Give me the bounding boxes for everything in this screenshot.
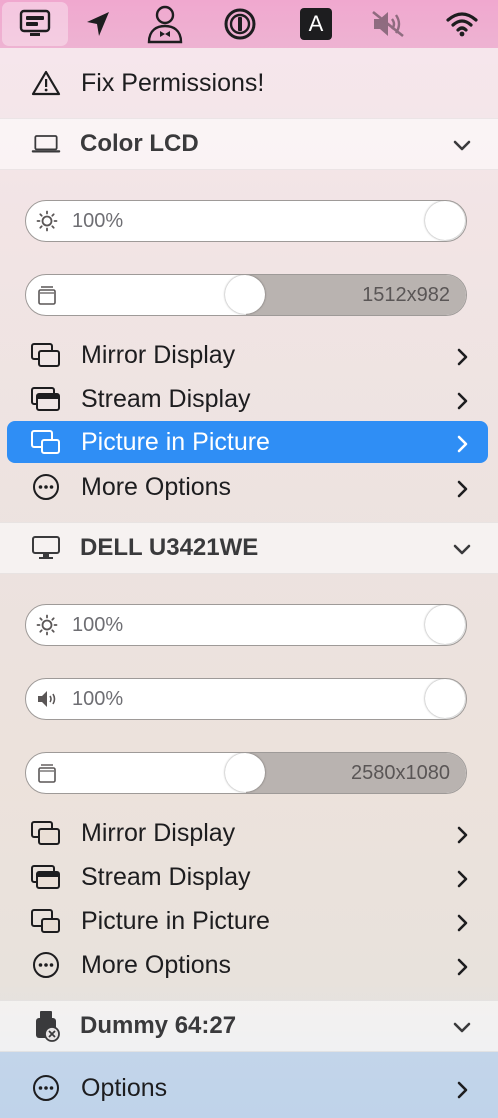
options-item[interactable]: Options xyxy=(0,1066,498,1110)
item-label: Mirror Display xyxy=(81,818,236,847)
chevron-right-icon xyxy=(452,911,472,932)
chevron-right-icon xyxy=(452,823,472,844)
resolution-slider[interactable]: 1512x982 xyxy=(25,274,467,316)
chevron-down-icon[interactable] xyxy=(452,538,472,558)
user-bowtie-icon[interactable] xyxy=(140,0,190,48)
chevron-right-icon xyxy=(452,345,472,366)
picture-in-picture-item[interactable]: Picture in Picture xyxy=(0,900,498,942)
stream-display-item[interactable]: Stream Display xyxy=(0,378,498,420)
item-label: Stream Display xyxy=(81,862,251,891)
mirror-display-icon xyxy=(30,817,62,849)
resolution-slider[interactable]: 2580x1080 xyxy=(25,752,467,794)
item-label: Stream Display xyxy=(81,384,251,413)
slider-knob[interactable] xyxy=(225,753,265,792)
fix-permissions-item[interactable]: Fix Permissions! xyxy=(0,58,498,108)
chevron-right-icon xyxy=(452,477,472,498)
options-label: Options xyxy=(81,1073,168,1102)
resolution-icon xyxy=(36,284,58,306)
one-password-icon[interactable] xyxy=(218,0,262,48)
item-label: More Options xyxy=(81,950,232,979)
laptop-icon xyxy=(30,128,62,160)
mirror-display-item[interactable]: Mirror Display xyxy=(0,812,498,854)
slider-knob[interactable] xyxy=(425,605,465,644)
wifi-icon[interactable] xyxy=(440,0,484,48)
speaker-icon xyxy=(36,688,58,710)
ellipsis-circle-icon xyxy=(30,949,62,981)
display-name: DELL U3421WE xyxy=(80,534,259,561)
volume-muted-icon[interactable] xyxy=(366,0,410,48)
input-source-letter: A xyxy=(300,8,332,40)
brightness-value: 100% xyxy=(72,614,124,636)
slider-knob[interactable] xyxy=(225,275,265,314)
more-options-item[interactable]: More Options xyxy=(0,466,498,508)
display-menu-icon[interactable] xyxy=(2,2,68,46)
slider-knob[interactable] xyxy=(425,679,465,718)
dummy-plug-icon xyxy=(30,1010,62,1042)
item-label: Mirror Display xyxy=(81,340,236,369)
brightness-value: 100% xyxy=(72,210,124,232)
location-arrow-icon[interactable] xyxy=(78,0,118,48)
resolution-value: 2580x1080 xyxy=(351,762,450,784)
resolution-value: 1512x982 xyxy=(362,284,450,306)
display-name: Dummy 64:27 xyxy=(80,1012,237,1039)
display-header-dummy[interactable]: Dummy 64:27 xyxy=(0,1000,498,1052)
item-label: Picture in Picture xyxy=(81,427,270,456)
ellipsis-circle-icon xyxy=(30,1072,62,1104)
picture-in-picture-icon xyxy=(30,905,62,937)
fix-permissions-label: Fix Permissions! xyxy=(81,68,265,97)
chevron-right-icon xyxy=(452,1078,472,1099)
sun-icon xyxy=(36,614,58,636)
chevron-right-icon xyxy=(452,389,472,410)
chevron-down-icon[interactable] xyxy=(452,134,472,154)
volume-slider[interactable]: 100% xyxy=(25,678,467,720)
sun-icon xyxy=(36,210,58,232)
brightness-slider[interactable]: 100% xyxy=(25,604,467,646)
mirror-display-item[interactable]: Mirror Display xyxy=(0,334,498,376)
chevron-down-icon[interactable] xyxy=(452,1016,472,1036)
display-header-dell[interactable]: DELL U3421WE xyxy=(0,522,498,574)
monitor-icon xyxy=(30,532,62,564)
more-options-item[interactable]: More Options xyxy=(0,944,498,986)
volume-value: 100% xyxy=(72,688,124,710)
stream-display-icon xyxy=(30,383,62,415)
display-header-color-lcd[interactable]: Color LCD xyxy=(0,118,498,170)
item-label: More Options xyxy=(81,472,232,501)
mirror-display-icon xyxy=(30,339,62,371)
brightness-slider[interactable]: 100% xyxy=(25,200,467,242)
ellipsis-circle-icon xyxy=(30,471,62,503)
display-name: Color LCD xyxy=(80,130,199,157)
warning-triangle-icon xyxy=(30,67,62,99)
item-label: Picture in Picture xyxy=(81,906,270,935)
slider-knob[interactable] xyxy=(425,201,465,240)
menu-bar: A xyxy=(0,0,498,48)
chevron-right-icon xyxy=(452,867,472,888)
keyboard-input-a-icon[interactable]: A xyxy=(296,0,336,48)
picture-in-picture-icon xyxy=(30,426,62,458)
picture-in-picture-item[interactable]: Picture in Picture xyxy=(7,421,488,463)
resolution-icon xyxy=(36,762,58,784)
stream-display-item[interactable]: Stream Display xyxy=(0,856,498,898)
stream-display-icon xyxy=(30,861,62,893)
chevron-right-icon xyxy=(452,955,472,976)
chevron-right-icon xyxy=(452,432,472,453)
